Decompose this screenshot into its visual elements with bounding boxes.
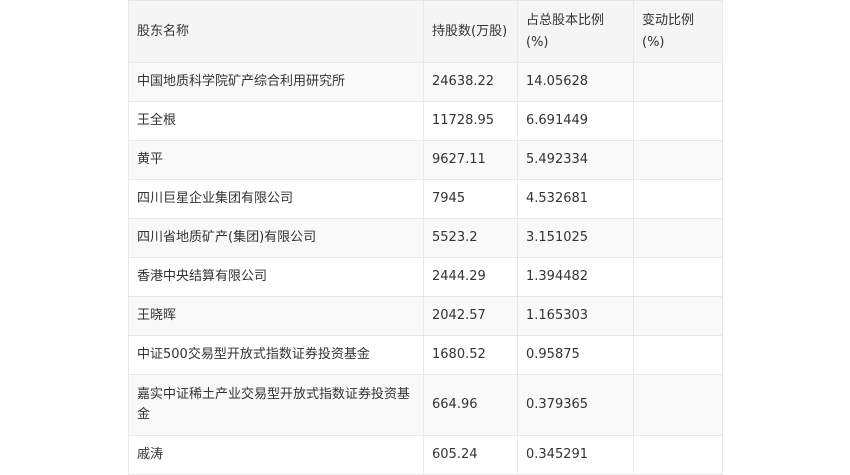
- shareholder-table: 股东名称 持股数(万股) 占总股本比例(%) 变动比例(%) 中国地质科学院矿产…: [128, 0, 723, 475]
- cell-name: 王晓晖: [128, 296, 424, 336]
- table-row: 四川巨星企业集团有限公司 7945 4.532681: [128, 179, 723, 219]
- cell-change: [633, 374, 723, 436]
- cell-shares: 11728.95: [423, 101, 518, 141]
- cell-ratio: 1.165303: [517, 296, 634, 336]
- cell-ratio: 1.394482: [517, 257, 634, 297]
- table-row: 中证500交易型开放式指数证券投资基金 1680.52 0.95875: [128, 335, 723, 375]
- cell-name: 中国地质科学院矿产综合利用研究所: [128, 62, 424, 102]
- cell-ratio: 0.95875: [517, 335, 634, 375]
- table-row: 香港中央结算有限公司 2444.29 1.394482: [128, 257, 723, 297]
- cell-shares: 2042.57: [423, 296, 518, 336]
- cell-change: [633, 435, 723, 475]
- cell-ratio: 4.532681: [517, 179, 634, 219]
- cell-name: 嘉实中证稀土产业交易型开放式指数证券投资基金: [128, 374, 424, 436]
- cell-ratio: 14.05628: [517, 62, 634, 102]
- cell-shares: 664.96: [423, 374, 518, 436]
- cell-shares: 5523.2: [423, 218, 518, 258]
- cell-shares: 9627.11: [423, 140, 518, 180]
- cell-name: 戚涛: [128, 435, 424, 475]
- cell-shares: 2444.29: [423, 257, 518, 297]
- table-row: 戚涛 605.24 0.345291: [128, 435, 723, 475]
- cell-change: [633, 179, 723, 219]
- cell-ratio: 0.379365: [517, 374, 634, 436]
- cell-change: [633, 140, 723, 180]
- cell-ratio: 0.345291: [517, 435, 634, 475]
- cell-change: [633, 335, 723, 375]
- header-shareholder-name: 股东名称: [128, 0, 424, 63]
- cell-change: [633, 62, 723, 102]
- table-row: 王晓晖 2042.57 1.165303: [128, 296, 723, 336]
- cell-name: 香港中央结算有限公司: [128, 257, 424, 297]
- cell-change: [633, 296, 723, 336]
- cell-name: 黄平: [128, 140, 424, 180]
- header-ratio: 占总股本比例(%): [517, 0, 634, 63]
- table-row: 中国地质科学院矿产综合利用研究所 24638.22 14.05628: [128, 62, 723, 102]
- cell-change: [633, 101, 723, 141]
- cell-name: 四川巨星企业集团有限公司: [128, 179, 424, 219]
- cell-ratio: 5.492334: [517, 140, 634, 180]
- header-shares: 持股数(万股): [423, 0, 518, 63]
- cell-ratio: 6.691449: [517, 101, 634, 141]
- cell-ratio: 3.151025: [517, 218, 634, 258]
- cell-name: 四川省地质矿产(集团)有限公司: [128, 218, 424, 258]
- table-body: 中国地质科学院矿产综合利用研究所 24638.22 14.05628 王全根 1…: [128, 62, 723, 475]
- header-row: 股东名称 持股数(万股) 占总股本比例(%) 变动比例(%): [128, 0, 723, 63]
- table-row: 黄平 9627.11 5.492334: [128, 140, 723, 180]
- table-row: 嘉实中证稀土产业交易型开放式指数证券投资基金 664.96 0.379365: [128, 374, 723, 436]
- table-row: 王全根 11728.95 6.691449: [128, 101, 723, 141]
- cell-shares: 7945: [423, 179, 518, 219]
- cell-change: [633, 218, 723, 258]
- table-header: 股东名称 持股数(万股) 占总股本比例(%) 变动比例(%): [128, 0, 723, 63]
- cell-name: 中证500交易型开放式指数证券投资基金: [128, 335, 424, 375]
- table-row: 四川省地质矿产(集团)有限公司 5523.2 3.151025: [128, 218, 723, 258]
- header-change: 变动比例(%): [633, 0, 723, 63]
- cell-shares: 605.24: [423, 435, 518, 475]
- cell-change: [633, 257, 723, 297]
- cell-name: 王全根: [128, 101, 424, 141]
- cell-shares: 1680.52: [423, 335, 518, 375]
- shareholder-table-container: 股东名称 持股数(万股) 占总股本比例(%) 变动比例(%) 中国地质科学院矿产…: [128, 0, 723, 475]
- cell-shares: 24638.22: [423, 62, 518, 102]
